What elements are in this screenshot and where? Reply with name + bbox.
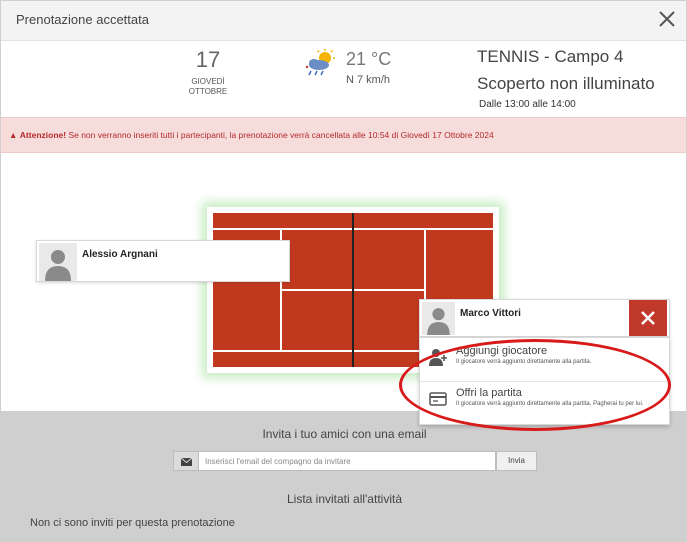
warning-label: Attenzione!: [19, 130, 67, 140]
menu-item-add-player[interactable]: Aggiungi giocatore Il giocatore verrà ag…: [420, 340, 671, 382]
send-invite-button[interactable]: Invia: [496, 451, 537, 471]
menu-item-offer-match[interactable]: Offri la partita Il giocatore verrà aggi…: [420, 382, 671, 424]
warning-icon: ▲: [9, 130, 18, 140]
invite-form: Invia: [173, 451, 537, 471]
empty-invites-message: Non ci sono inviti per questa prenotazio…: [30, 517, 235, 529]
date-number: 17: [195, 47, 221, 72]
menu-item-subtitle: Il giocatore verrà aggiunto direttamente…: [456, 359, 592, 365]
avatar: [39, 243, 77, 281]
partly-cloudy-rain-icon: [303, 49, 339, 77]
warning-banner: ▲ Attenzione! Se non verranno inseriti t…: [1, 117, 686, 153]
remove-player-button[interactable]: [629, 300, 667, 336]
player-actions-menu: Aggiungi giocatore Il giocatore verrà ag…: [419, 337, 671, 425]
booking-info: 17 GIOVEDÌ OTTOBRE 21 °C N 7 km/h TENNIS…: [1, 41, 686, 117]
player-slot-1[interactable]: Alessio Argnani: [36, 240, 290, 282]
menu-item-subtitle: Il giocatore verrà aggiunto direttamente…: [456, 401, 644, 407]
modal-title: Prenotazione accettata: [16, 12, 149, 27]
weekday: GIOVEDÌ: [191, 77, 225, 86]
player-name: Alessio Argnani: [82, 249, 158, 260]
credit-card-icon: [428, 390, 448, 408]
menu-item-title: Aggiungi giocatore: [456, 345, 548, 357]
sport-court: TENNIS - Campo 4: [477, 47, 624, 66]
menu-item-title: Offri la partita: [456, 387, 522, 399]
envelope-icon: [173, 451, 199, 471]
invite-section: Invita i tuo amici con una email Invia L…: [1, 411, 686, 541]
avatar: [422, 302, 455, 335]
invite-list-title: Lista invitati all'attività: [286, 492, 402, 506]
player-slot-2[interactable]: Marco Vittori: [419, 299, 670, 337]
player-name: Marco Vittori: [460, 308, 521, 319]
invite-title: Invita i tuo amici con una email: [262, 427, 427, 441]
court-area: Alessio Argnani Marco Vittori Aggiungi g…: [1, 153, 686, 425]
close-icon: [641, 311, 655, 325]
date-weekday-month: GIOVEDÌ OTTOBRE: [173, 77, 243, 97]
booking-modal: Prenotazione accettata 17 GIOVEDÌ OTTOBR…: [0, 0, 687, 542]
temperature: 21 °C: [346, 49, 392, 69]
email-input[interactable]: [199, 451, 496, 471]
month: OTTOBRE: [188, 87, 228, 96]
court-type: Scoperto non illuminato: [477, 74, 655, 93]
add-user-icon: [428, 348, 448, 366]
wind: N 7 km/h: [346, 74, 391, 86]
time-range: Dalle 13:00 alle 14:00: [479, 99, 576, 110]
close-icon[interactable]: [656, 8, 678, 30]
warning-message: Se non verranno inseriti tutti i parteci…: [66, 130, 494, 140]
warning-text: ▲ Attenzione! Se non verranno inseriti t…: [9, 130, 494, 140]
modal-header: Prenotazione accettata: [1, 1, 686, 41]
